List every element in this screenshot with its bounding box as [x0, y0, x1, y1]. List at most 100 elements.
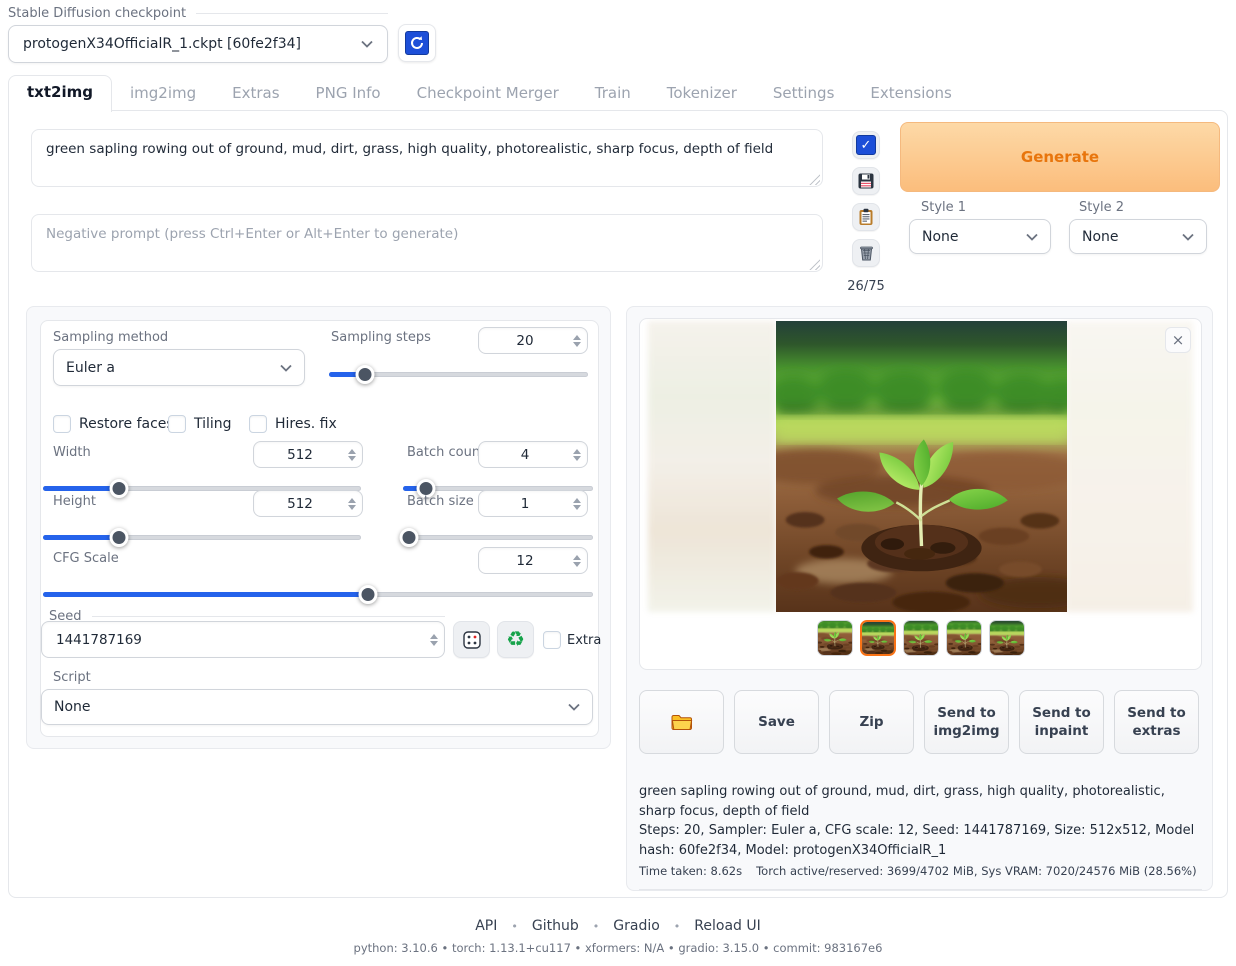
extra-seed-checkbox[interactable]: Extra [543, 631, 601, 649]
spinner-arrows-icon[interactable] [346, 449, 362, 461]
tab-train[interactable]: Train [577, 77, 649, 111]
slider-knob[interactable] [356, 365, 375, 384]
floppy-disk-icon [857, 172, 875, 190]
gallery-thumb-2-selected[interactable] [860, 620, 896, 656]
clear-prompt-button[interactable] [852, 239, 880, 267]
batch-size-value: 1 [479, 496, 571, 512]
version-info: python: 3.10.6 • torch: 1.13.1+cu117 • x… [0, 941, 1236, 955]
checkbox-icon[interactable] [53, 415, 71, 433]
width-input[interactable]: 512 [253, 441, 363, 468]
sampling-steps-slider[interactable] [329, 365, 588, 384]
generation-info: green sapling rowing out of ground, mud,… [639, 782, 1202, 890]
apply-style-button[interactable] [852, 203, 880, 231]
tab-extras[interactable]: Extras [214, 77, 297, 111]
style1-dropdown[interactable]: None [909, 219, 1051, 254]
chevron-down-icon [1026, 233, 1038, 241]
generate-button[interactable]: Generate [900, 122, 1220, 192]
seed-input[interactable]: 1441787169 [41, 621, 445, 658]
restore-faces-checkbox[interactable]: Restore faces [53, 415, 174, 433]
script-value: None [54, 699, 91, 715]
tiling-checkbox[interactable]: Tiling [168, 415, 232, 433]
sampling-steps-input[interactable]: 20 [478, 327, 588, 354]
script-dropdown[interactable]: None [41, 689, 593, 725]
checkbox-icon[interactable] [543, 631, 561, 649]
recycle-icon: ♻ [506, 629, 525, 650]
sampling-method-label: Sampling method [53, 330, 168, 345]
tab-extensions[interactable]: Extensions [852, 77, 969, 111]
gallery-thumb-5[interactable] [989, 620, 1025, 656]
chevron-down-icon [361, 40, 373, 48]
tab-tokenizer[interactable]: Tokenizer [649, 77, 755, 111]
save-style-button[interactable] [852, 167, 880, 195]
output-buttons: Save Zip Send to img2img Send to inpaint… [639, 690, 1199, 754]
batch-size-input[interactable]: 1 [478, 490, 588, 517]
app-root: Stable Diffusion checkpoint protogenX34O… [0, 0, 1236, 966]
gallery-thumbnails [640, 620, 1201, 656]
slider-knob[interactable] [358, 585, 377, 604]
gradio-link[interactable]: Gradio [613, 918, 660, 934]
seed-value: 1441787169 [42, 632, 428, 648]
gallery-thumb-1[interactable] [817, 620, 853, 656]
checkbox-icon[interactable] [249, 415, 267, 433]
reload-ui-link[interactable]: Reload UI [694, 918, 760, 934]
spinner-arrows-icon[interactable] [346, 498, 362, 510]
height-slider[interactable] [43, 528, 361, 547]
tab-png-info[interactable]: PNG Info [298, 77, 399, 111]
api-link[interactable]: API [475, 918, 497, 934]
batch-count-input[interactable]: 4 [478, 441, 588, 468]
style2-dropdown[interactable]: None [1069, 219, 1207, 254]
slider-knob[interactable] [110, 479, 129, 498]
style2-value: None [1082, 229, 1119, 245]
preview-blur-left [648, 321, 776, 612]
script-label: Script [53, 670, 91, 685]
gallery-thumb-3[interactable] [903, 620, 939, 656]
negative-prompt-input[interactable] [31, 214, 823, 272]
restore-faces-label: Restore faces [79, 416, 174, 432]
batch-count-value: 4 [479, 447, 571, 463]
tab-txt2img[interactable]: txt2img [8, 75, 112, 112]
gallery-thumb-4[interactable] [946, 620, 982, 656]
spinner-arrows-icon[interactable] [571, 449, 587, 461]
send-to-img2img-button[interactable]: Send to img2img [924, 690, 1009, 754]
refresh-checkpoint-button[interactable] [398, 24, 436, 62]
slider-knob[interactable] [399, 528, 418, 547]
txt2img-panel: green sapling rowing out of ground, mud,… [8, 110, 1228, 898]
spinner-arrows-icon[interactable] [571, 498, 587, 510]
tab-img2img[interactable]: img2img [112, 77, 214, 111]
github-link[interactable]: Github [532, 918, 579, 934]
save-button[interactable]: Save [734, 690, 819, 754]
cfg-scale-slider[interactable] [43, 585, 593, 604]
chevron-down-icon [568, 703, 580, 711]
hires-fix-label: Hires. fix [275, 416, 337, 432]
open-folder-button[interactable] [639, 690, 724, 754]
send-to-inpaint-button[interactable]: Send to inpaint [1019, 690, 1104, 754]
checkpoint-dropdown[interactable]: protogenX34OfficialR_1.ckpt [60fe2f34] [8, 25, 388, 63]
close-preview-button[interactable]: × [1165, 327, 1191, 353]
width-value: 512 [254, 447, 346, 463]
cfg-scale-input[interactable]: 12 [478, 547, 588, 574]
tab-settings[interactable]: Settings [755, 77, 853, 111]
sampling-steps-label: Sampling steps [331, 330, 431, 345]
interrogate-button[interactable]: ✓ [852, 131, 880, 159]
random-seed-button[interactable] [453, 621, 490, 658]
trash-icon [858, 244, 875, 262]
spinner-arrows-icon[interactable] [428, 634, 444, 646]
preview-blur-right [1065, 321, 1193, 612]
slider-knob[interactable] [110, 528, 129, 547]
reuse-seed-button[interactable]: ♻ [497, 621, 534, 658]
height-input[interactable]: 512 [253, 490, 363, 517]
hires-fix-checkbox[interactable]: Hires. fix [249, 415, 337, 433]
prompt-input[interactable]: green sapling rowing out of ground, mud,… [31, 129, 823, 187]
height-label: Height [53, 494, 96, 509]
style1-label: Style 1 [921, 200, 966, 215]
zip-button[interactable]: Zip [829, 690, 914, 754]
tab-checkpoint-merger[interactable]: Checkpoint Merger [399, 77, 577, 111]
checkbox-icon[interactable] [168, 415, 186, 433]
chevron-down-icon [1182, 233, 1194, 241]
send-to-extras-button[interactable]: Send to extras [1114, 690, 1199, 754]
generated-image[interactable] [776, 321, 1067, 612]
batch-size-slider[interactable] [403, 528, 593, 547]
sampling-method-dropdown[interactable]: Euler a [53, 349, 305, 386]
spinner-arrows-icon[interactable] [571, 555, 587, 567]
spinner-arrows-icon[interactable] [571, 335, 587, 347]
